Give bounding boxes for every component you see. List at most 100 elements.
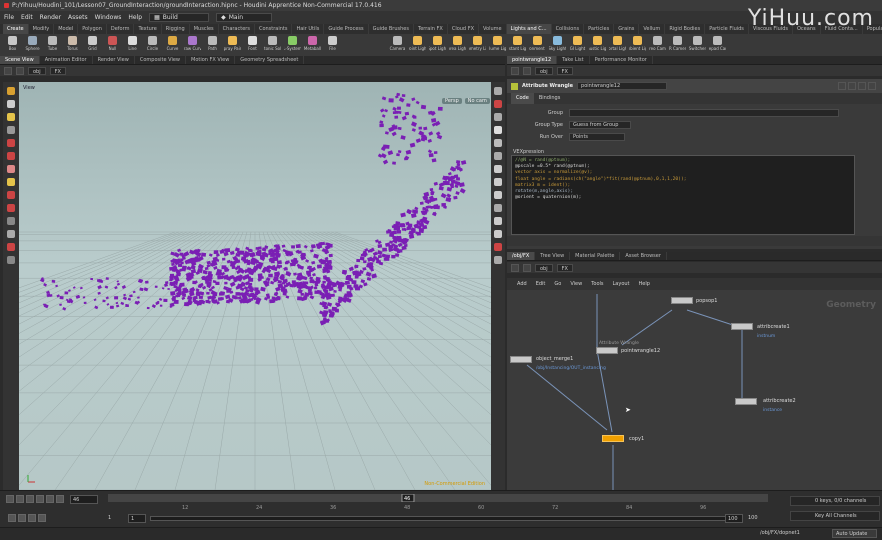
shelf-tab[interactable]: Guide Process [324,24,369,34]
snap-icon[interactable] [7,204,15,212]
shelf-tab[interactable]: Hair Utils [292,24,325,34]
brush-icon[interactable] [7,178,15,186]
takes-select[interactable]: ◆ Main [216,13,273,22]
shelf-tab[interactable]: Guide Brushes [369,24,414,34]
menu-render[interactable]: Render [40,14,61,21]
arrow-icon[interactable] [7,100,15,108]
handle-icon[interactable] [7,152,15,160]
path-obj[interactable]: obj [535,66,553,75]
pose-icon[interactable] [7,165,15,173]
network-tab[interactable]: Tree View [535,252,571,260]
path-fx[interactable]: FX [556,263,573,272]
shelf-tool[interactable]: Spray Paint [224,34,241,51]
network-menu-item[interactable]: Layout [613,281,630,287]
shelf-tool[interactable]: Curve [164,34,181,51]
shelf-tab[interactable]: Create [3,24,29,34]
menu-windows[interactable]: Windows [95,14,122,21]
network-tab[interactable]: Material Palette [570,252,621,260]
shelf-tool[interactable]: File [324,34,341,51]
first-frame-icon[interactable] [6,495,14,503]
shelf-tool[interactable]: Line [124,34,141,51]
shelf-tool[interactable]: Caustic Light [589,34,606,51]
node-object-merge1[interactable] [510,356,532,363]
globe-icon[interactable] [7,256,15,264]
shelf-tool[interactable]: Spot Light [429,34,446,51]
camera-menu[interactable]: No cam [464,98,490,104]
shelf-tool[interactable]: Sky Light [549,34,566,51]
shelf-tool[interactable]: Grid [84,34,101,51]
frame-icon[interactable] [494,230,502,238]
lock-icon[interactable] [7,230,15,238]
shelf-tool[interactable]: Null [104,34,121,51]
shelf-tab[interactable]: Model [54,24,79,34]
menu-assets[interactable]: Assets [68,14,88,21]
template-icon[interactable] [494,191,502,199]
shelf-tool[interactable]: Metaball [304,34,321,51]
shelf-tool[interactable]: Camera [389,34,406,51]
light-icon[interactable] [494,100,502,108]
shelf-tool[interactable]: Font [244,34,261,51]
ghost-icon[interactable] [494,178,502,186]
loop-icon[interactable] [28,514,36,522]
shelf-tool[interactable]: Switcher [689,34,706,51]
back-icon[interactable] [511,66,519,75]
node-popsop1[interactable] [671,297,693,304]
move-icon[interactable] [7,113,15,121]
shelf-tab[interactable]: Characters [219,24,255,34]
record-icon[interactable] [7,243,15,251]
rotate-icon[interactable] [7,126,15,134]
shelf-tool[interactable]: Stereo Camera [649,34,666,51]
scene-tab[interactable]: Animation Editor [40,56,93,64]
back-icon[interactable] [511,263,519,272]
scene-tab[interactable]: Composite View [135,56,186,64]
path-obj[interactable]: obj [535,263,553,272]
persp-menu[interactable]: Persp [442,98,462,104]
view-icon[interactable] [7,217,15,225]
shelf-tab[interactable]: Deform [107,24,135,34]
shelf-tab[interactable]: Volume [479,24,507,34]
forward-icon[interactable] [523,66,531,75]
scene-viewport[interactable]: View Persp No cam Non-Commercial Edition [19,82,491,490]
shelf-tool[interactable]: Portal Light [609,34,626,51]
next-key-icon[interactable] [46,495,54,503]
shelf-tab[interactable]: Terrain FX [414,24,448,34]
param-tab[interactable]: pointwrangle12 [507,56,558,64]
scene-tab[interactable]: Geometry Spreadsheet [235,56,305,64]
camera-icon[interactable] [494,204,502,212]
points-icon[interactable] [494,139,502,147]
shelf-tool[interactable]: Path [204,34,221,51]
network-menu-item[interactable]: Go [554,281,561,287]
render-icon[interactable] [494,243,502,251]
desktop-select[interactable]: ▦ Build [149,13,210,22]
node-name-field[interactable]: pointwrangle12 [577,82,668,90]
home-icon[interactable] [494,217,502,225]
gear-icon[interactable] [838,82,846,90]
scene-tab[interactable]: Render View [93,56,135,64]
shelf-tool[interactable]: GI Light [569,34,586,51]
shelf-tab[interactable]: Collisions [552,24,585,34]
magnet-icon[interactable] [7,191,15,199]
scene-tab[interactable]: Scene View [0,56,40,64]
shading-icon[interactable] [494,113,502,121]
audio-icon[interactable] [38,514,46,522]
shelf-tool[interactable]: Area Light [449,34,466,51]
run-over-select[interactable]: Points [569,133,625,141]
scene-tab[interactable]: Motion FX View [186,56,236,64]
display-options-icon[interactable] [494,87,502,95]
grid-toggle-icon[interactable] [494,165,502,173]
info-icon[interactable] [858,82,866,90]
group-field[interactable] [569,109,839,117]
node-copy1[interactable] [602,435,624,442]
network-menu-item[interactable]: Help [639,281,650,287]
node-attribcreate2[interactable] [735,398,757,405]
forward-icon[interactable] [16,66,24,75]
network-editor[interactable]: Geometry popsop1 attribcreate1 instnum A… [507,290,882,490]
shelf-tool[interactable]: Torus [64,34,81,51]
shelf-tab[interactable]: Modify [29,24,55,34]
menu-edit[interactable]: Edit [21,14,33,21]
shelf-tool[interactable]: Geometry Light [469,34,486,51]
shelf-tool[interactable]: Circle [144,34,161,51]
network-tab[interactable]: Asset Browser [620,252,667,260]
shelf-tab[interactable]: Vellum [639,24,666,34]
normals-icon[interactable] [494,152,502,160]
